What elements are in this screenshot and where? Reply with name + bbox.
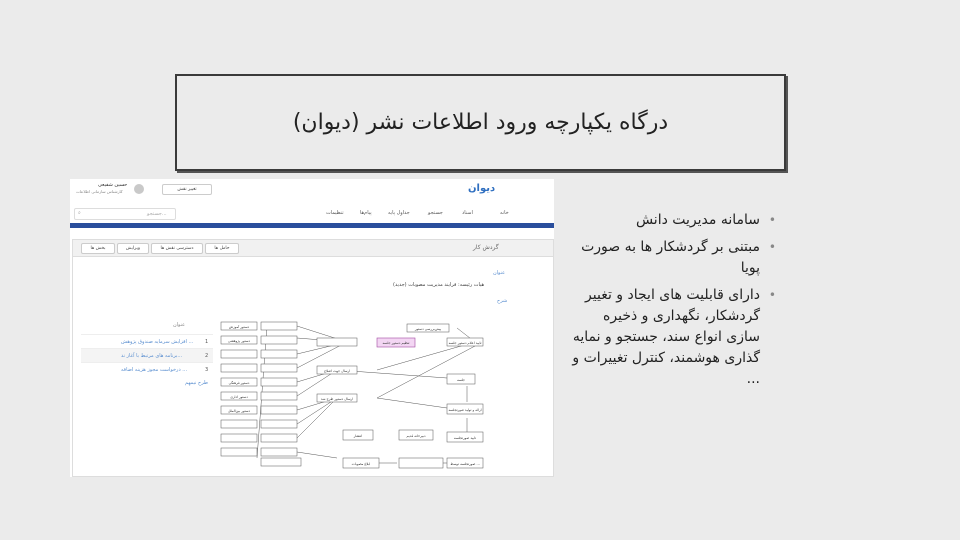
search-input[interactable]: جستجو... ⌕ bbox=[74, 208, 176, 220]
svg-text:جلسه: جلسه bbox=[457, 378, 465, 382]
field-desc-label: شرح bbox=[497, 298, 508, 304]
list-link[interactable]: طرح نیمهم bbox=[185, 380, 208, 386]
field-title-value: هیات رئیسه: فرایند مدیریت مصوبات (جدید) bbox=[393, 282, 485, 288]
list-header: عنوان bbox=[173, 322, 186, 328]
list-item[interactable]: 3 درخواست مجوز هزینه اضافه ... bbox=[81, 362, 213, 376]
slide-title: درگاه یکپارچه ورود اطلاعات نشر (دیوان) bbox=[292, 110, 669, 135]
bullet-item: سامانه مدیریت دانش bbox=[566, 210, 776, 231]
workflow-diagram: پیش‌بررسی دستور تنظیم دستور جلسه تایید ا… bbox=[220, 321, 484, 469]
carriers-button[interactable]: حامل ها bbox=[205, 243, 239, 254]
panel-header: گردش کار حامل ها دسترسی نقش ها ویرایش بخ… bbox=[73, 240, 553, 257]
app-logo: دیوان bbox=[468, 183, 496, 194]
list-item[interactable]: 2 برنامه های مرتبط با آغاز ند... bbox=[81, 348, 213, 362]
nav-messages[interactable]: پیام‌ها bbox=[360, 210, 372, 216]
item-list: عنوان 1 افزایش سرمایه صندوق پژوهش ... 2 … bbox=[81, 320, 213, 390]
diagram-nodes bbox=[220, 321, 484, 469]
workflow-panel: گردش کار حامل ها دسترسی نقش ها ویرایش بخ… bbox=[72, 239, 554, 477]
svg-text:انتشار: انتشار bbox=[353, 434, 363, 438]
panel-title: گردش کار bbox=[473, 244, 499, 251]
svg-text:ارائه و تولید صورتجلسه: ارائه و تولید صورتجلسه bbox=[448, 408, 481, 412]
app-nav: خانه اسناد جستجو جداول پایه پیام‌ها تنظی… bbox=[70, 207, 554, 221]
change-role-button[interactable]: تغییر نقش bbox=[162, 184, 212, 195]
svg-text:صورتجلسه توسط ...: صورتجلسه توسط ... bbox=[450, 462, 480, 466]
bullet-item: دارای قابلیت های ایجاد و تغییر گردشکار، … bbox=[566, 285, 776, 390]
nav-settings[interactable]: تنظیمات bbox=[326, 210, 344, 216]
svg-text:پیش‌بررسی دستور: پیش‌بررسی دستور bbox=[414, 327, 441, 331]
nav-home[interactable]: خانه bbox=[500, 210, 509, 216]
role-access-button[interactable]: دسترسی نقش ها bbox=[151, 243, 203, 254]
edit-button[interactable]: ویرایش bbox=[117, 243, 149, 254]
svg-text:دستور آموزش: دستور آموزش bbox=[229, 325, 250, 329]
app-header: دیوان حسین شفیعی کارشناس سازمانی اطلاعات… bbox=[70, 179, 554, 203]
svg-text:دستور فرهنگی: دستور فرهنگی bbox=[229, 380, 250, 385]
avatar[interactable] bbox=[134, 184, 144, 194]
bullet-item: مبتنی بر گردشکار ها به صورت پویا bbox=[566, 237, 776, 279]
user-role: کارشناس سازمانی اطلاعات bbox=[76, 189, 123, 194]
svg-text:ارسال جهت اصلاح: ارسال جهت اصلاح bbox=[324, 369, 350, 373]
svg-text:دبیرخانه قدیم: دبیرخانه قدیم bbox=[407, 434, 426, 438]
sections-button[interactable]: بخش ها bbox=[81, 243, 115, 254]
svg-text:تایید صورتجلسه: تایید صورتجلسه bbox=[454, 436, 476, 440]
nav-search[interactable]: جستجو bbox=[428, 210, 443, 216]
svg-text:دستور بین‌الملل: دستور بین‌الملل bbox=[228, 409, 251, 413]
svg-text:دستور اداری: دستور اداری bbox=[230, 395, 248, 399]
slide-title-box: درگاه یکپارچه ورود اطلاعات نشر (دیوان) bbox=[175, 74, 786, 171]
svg-text:ارسال دستور طرح شد: ارسال دستور طرح شد bbox=[321, 397, 353, 401]
svg-text:دستور پژوهشی: دستور پژوهشی bbox=[228, 339, 250, 343]
app-screenshot: دیوان حسین شفیعی کارشناس سازمانی اطلاعات… bbox=[70, 179, 554, 477]
nav-base-tables[interactable]: جداول پایه bbox=[388, 210, 410, 216]
bullet-list: سامانه مدیریت دانش مبتنی بر گردشکار ها ب… bbox=[566, 210, 776, 396]
svg-text:ابلاغ مصوبات: ابلاغ مصوبات bbox=[352, 462, 371, 466]
svg-text:تنظیم دستور جلسه: تنظیم دستور جلسه bbox=[382, 341, 409, 345]
nav-documents[interactable]: اسناد bbox=[462, 210, 473, 216]
accent-bar bbox=[70, 223, 554, 228]
field-title-label: عنوان bbox=[493, 270, 506, 276]
list-item[interactable]: 1 افزایش سرمایه صندوق پژوهش ... bbox=[81, 334, 213, 348]
user-name: حسین شفیعی bbox=[98, 182, 128, 188]
search-icon: ⌕ bbox=[78, 210, 81, 216]
